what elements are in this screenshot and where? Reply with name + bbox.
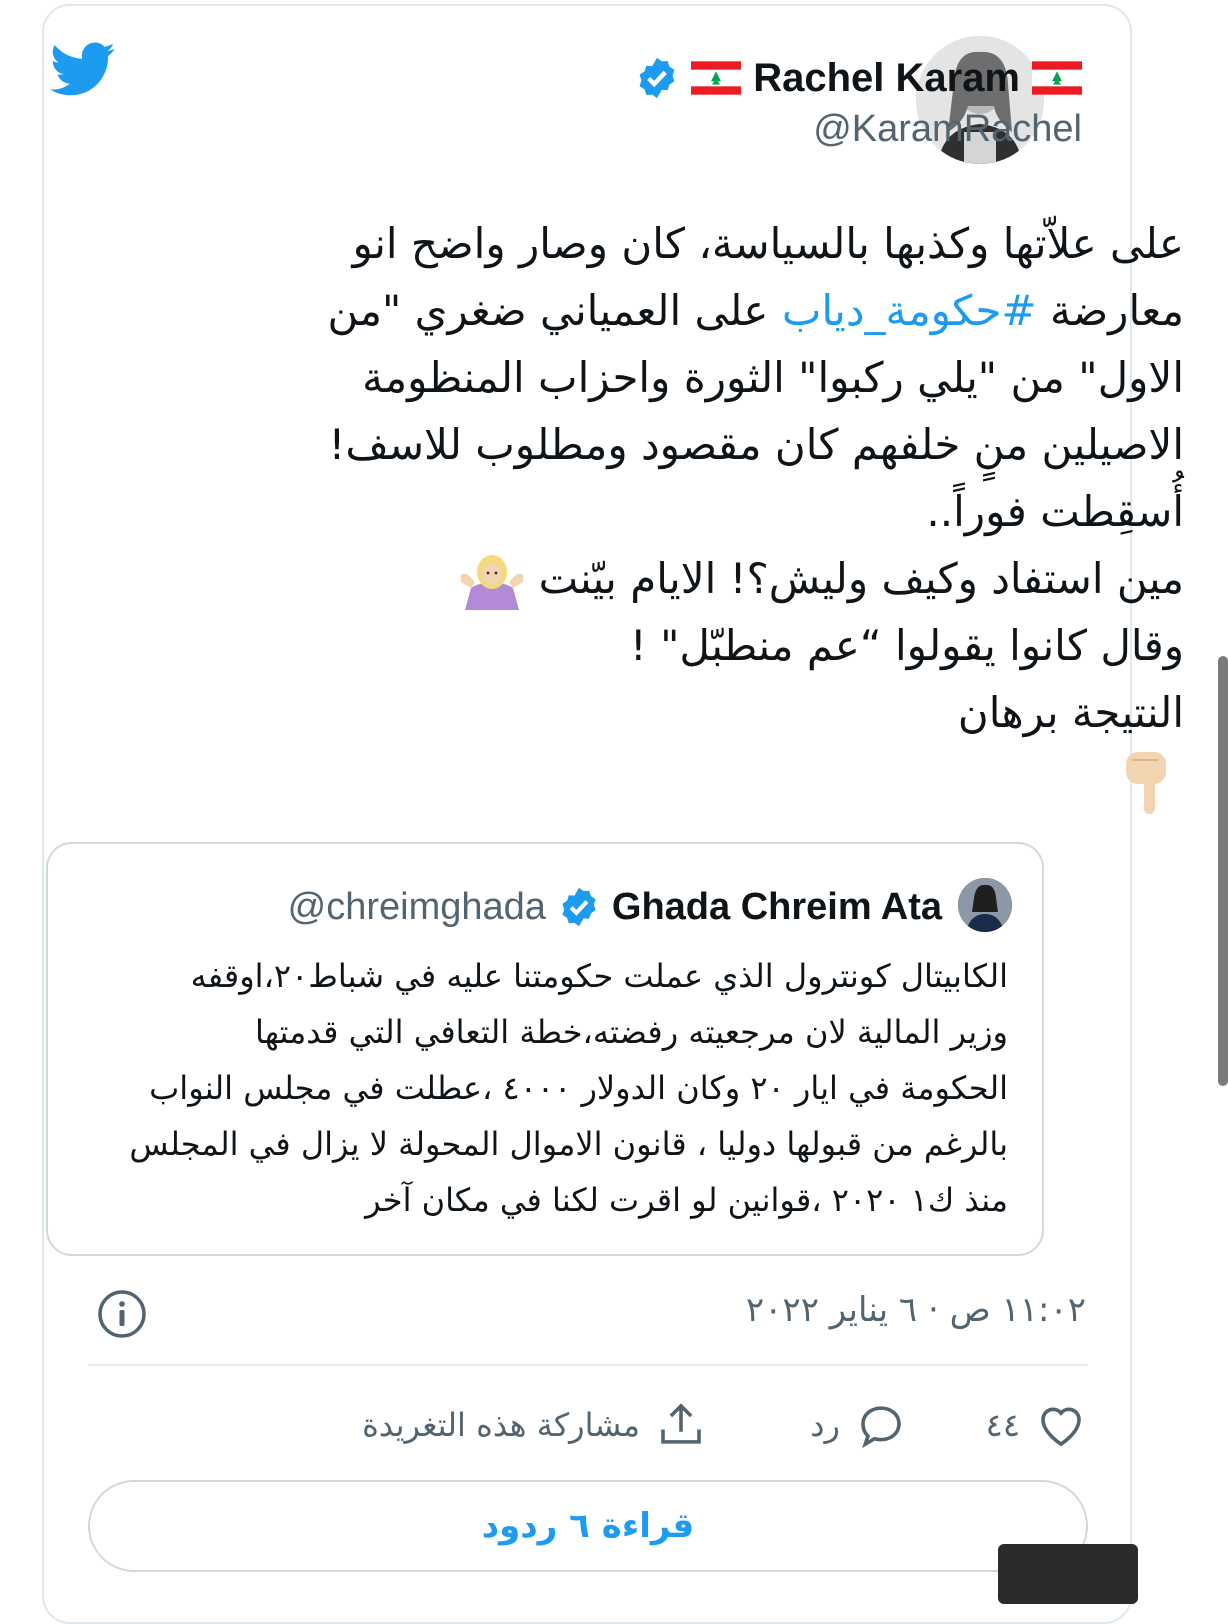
tweet-line: وقال كانوا يقولوا “عم منطبّل" ! [184, 612, 1184, 679]
tweet-line-text: على علاّتها وكذبها بالسياسة، كان وصار وا… [352, 219, 1185, 268]
lebanon-flag-icon [691, 61, 742, 95]
verified-badge-icon [639, 57, 675, 99]
tweet-line [184, 746, 1184, 818]
tweet-line: النتيجة برهان [184, 679, 1184, 746]
verified-badge-icon [562, 887, 596, 927]
tweet-actions: ٤٤ رد مشاركة هذه التغريدة [88, 1398, 1088, 1458]
divider [88, 1364, 1088, 1366]
hashtag-link[interactable]: #حكومة_دياب [782, 286, 1037, 335]
share-icon [661, 1403, 701, 1444]
reply-icon [861, 1406, 901, 1449]
author-name-row[interactable]: Rachel Karam [635, 50, 1082, 106]
quoted-line: الكابيتال كونترول الذي عملت حكومتنا عليه… [190, 957, 1008, 995]
heart-icon [1041, 1407, 1081, 1447]
tweet-line-text: مين استفاد وكيف وليش؟! الايام بيّنت [538, 554, 1184, 603]
quoted-author-name: Ghada Chreim Ata [611, 885, 942, 928]
like-count: ٤٤ [985, 1406, 1020, 1444]
quoted-line: بالرغم من قبولها دوليا ، قانون الاموال ا… [129, 1125, 1008, 1163]
author-name: Rachel Karam [753, 55, 1020, 100]
share-button[interactable]: مشاركة هذه التغريدة [362, 1398, 708, 1452]
quoted-author-handle: @chreimghada [287, 885, 546, 928]
author-handle[interactable]: @KaramRachel [813, 108, 1082, 151]
lebanon-flag-icon [1032, 61, 1082, 95]
quoted-line: منذ ك١ ٢٠٢٠ ،قوانين لو اقرت لكنا في مكان… [365, 1181, 1008, 1219]
share-label: مشاركة هذه التغريدة [362, 1406, 640, 1444]
quoted-tweet-text: الكابيتال كونترول الذي عملت حكومتنا عليه… [68, 948, 1008, 1228]
tweet-line-text: الاصيلين منٍ خلفهم كان مقصود ومطلوب للاس… [328, 420, 1184, 469]
tweet-line-text: على العمياني ضغري "من [327, 286, 782, 335]
quoted-author-row[interactable]: @chreimghada Ghada Chreim Ata [288, 882, 942, 932]
tweet-line-text: أُسقِطت فوراً.. [926, 487, 1184, 536]
overlay-corner [998, 1544, 1138, 1604]
tweet-line-text: وقال كانوا يقولوا “عم منطبّل" ! [629, 621, 1184, 670]
pointing-down-emoji [1126, 751, 1166, 814]
tweet-line-text: الاول" من "يلي ركبوا" الثورة واحزاب المن… [362, 353, 1184, 402]
tweet-line: مين استفاد وكيف وليش؟! الايام بيّنت [184, 545, 1184, 612]
read-replies-button[interactable]: قراءة ٦ ردود [88, 1480, 1088, 1572]
quoted-avatar-photo [958, 878, 1012, 932]
tweet-line-text: معارضة [1036, 286, 1184, 335]
quoted-line: وزير المالية لان مرجعيته رفضته،خطة التعا… [255, 1013, 1008, 1051]
tweet-timestamp[interactable]: ١١:٠٢ ص · ٦ يناير ٢٠٢٢ [746, 1290, 1086, 1330]
scrollbar[interactable] [1218, 656, 1228, 1086]
twitter-bird-icon[interactable] [50, 42, 116, 98]
tweet-line: أُسقِطت فوراً.. [184, 478, 1184, 545]
reply-button[interactable]: رد [810, 1398, 908, 1452]
tweet-line: معارضة #حكومة_دياب على العمياني ضغري "من [184, 277, 1184, 344]
like-button[interactable]: ٤٤ [986, 1398, 1088, 1452]
tweet-line: الاول" من "يلي ركبوا" الثورة واحزاب المن… [184, 344, 1184, 411]
woman-shrugging-emoji [460, 554, 524, 610]
read-replies-label: قراءة ٦ ردود [481, 1506, 695, 1546]
tweet-line: الاصيلين منٍ خلفهم كان مقصود ومطلوب للاس… [184, 411, 1184, 478]
tweet-line: على علاّتها وكذبها بالسياسة، كان وصار وا… [184, 210, 1185, 277]
tweet-line-text: النتيجة برهان [957, 688, 1184, 737]
quoted-tweet[interactable]: @chreimghada Ghada Chreim Ata الكابيتال … [46, 842, 1044, 1256]
quoted-author-avatar[interactable] [958, 878, 1012, 932]
reply-label: رد [810, 1406, 840, 1444]
info-icon[interactable] [96, 1288, 148, 1340]
tweet-text: على علاّتها وكذبها بالسياسة، كان وصار وا… [184, 210, 1184, 818]
quoted-line: الحكومة في ايار ٢٠ وكان الدولار ٤٠٠٠ ،عط… [149, 1069, 1008, 1107]
